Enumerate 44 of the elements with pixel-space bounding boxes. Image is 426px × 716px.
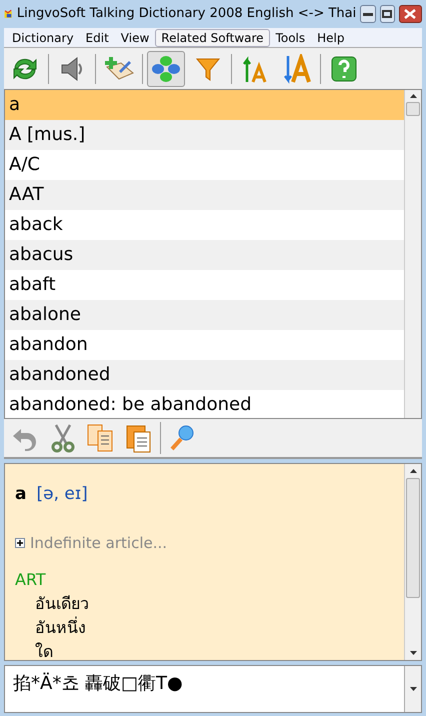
add-book-icon [103,54,135,82]
scroll-up-arrow[interactable] [410,469,416,473]
menu-item[interactable]: Dictionary [6,28,80,46]
toolbar-button[interactable] [147,50,185,86]
translation-text: ใด [34,641,54,660]
part-of-speech: ART [15,569,47,591]
word-list-item[interactable]: AAT [5,180,404,210]
translation-text: อันหนึ่ง [34,616,87,639]
headword: a [15,483,26,506]
font-up-icon [241,54,269,84]
transcription: [ə, eɪ] [36,483,88,506]
scrollbar[interactable] [404,90,421,418]
close-button[interactable] [398,5,422,23]
diamonds-icon [151,54,181,82]
input-field[interactable]: 掐*Ä*쵸 轟破□衢T● [4,665,422,713]
scissors-icon [50,423,76,453]
word-list-item[interactable]: abandoned [5,360,404,390]
menu-item[interactable]: Edit [80,28,115,46]
menu-item[interactable]: Related Software [155,28,270,46]
word-list-item[interactable]: a [5,90,404,120]
speaker-icon [59,54,85,82]
word-list-item[interactable]: abalone [5,300,404,330]
caret-icon [410,687,416,691]
menu-item[interactable]: Help [311,28,350,46]
dropdown-button[interactable] [404,666,421,712]
maximize-button[interactable] [380,5,395,23]
window-title: LingvoSoft Talking Dictionary 2008 English <-> Thai [16,5,356,24]
word-list-item[interactable]: A [mus.] [5,120,404,150]
close-icon [404,9,416,19]
word-list-item[interactable]: abacus [5,240,404,270]
help-icon [330,54,358,82]
translation-text: อันเดียว [34,593,90,615]
menu-item[interactable]: Tools [270,28,312,46]
scroll-down-arrow[interactable] [410,651,416,655]
expand-icon[interactable] [15,538,25,548]
scroll-thumb[interactable] [406,478,420,598]
search-icon [168,423,196,453]
note-text: Indefinite article... [30,532,168,554]
scroll-up-arrow[interactable] [410,94,416,98]
scroll-thumb[interactable] [406,102,420,116]
font-down-icon [282,54,312,84]
scrollbar[interactable] [404,464,421,660]
minimize-button[interactable] [360,5,376,23]
menu-item[interactable]: View [114,28,156,46]
